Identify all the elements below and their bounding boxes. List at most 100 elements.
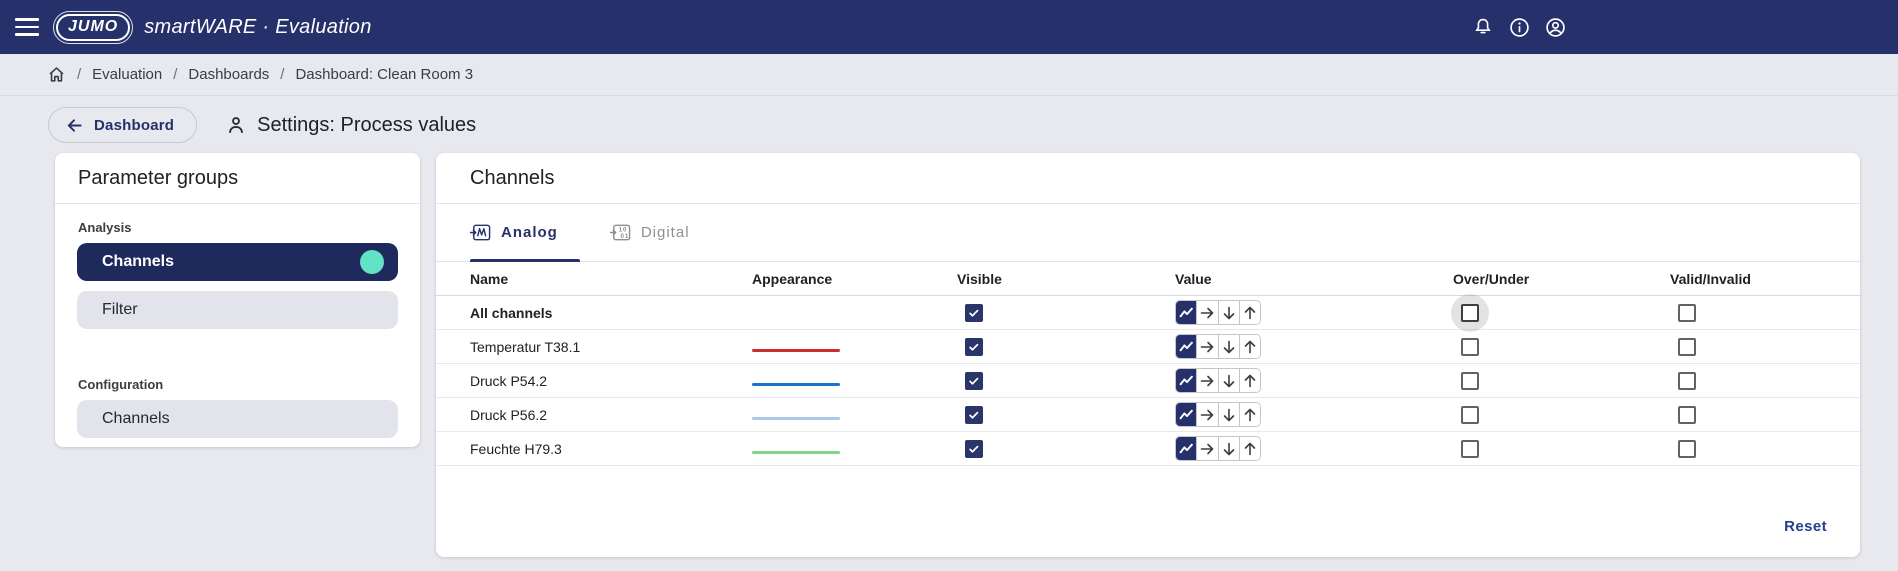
value-mode-right-arrow-toggle[interactable] bbox=[1196, 301, 1218, 324]
tab-analog[interactable]: Analog bbox=[470, 204, 558, 261]
valid-invalid-cell bbox=[1670, 303, 1860, 322]
value-mode-down-arrow-toggle[interactable] bbox=[1217, 369, 1239, 392]
line-style-swatch[interactable] bbox=[752, 348, 840, 352]
reset-button[interactable]: Reset bbox=[1784, 518, 1827, 535]
channels-panel: Channels Analog 10 01 Digital Name Appea… bbox=[436, 153, 1860, 557]
valid-invalid-checkbox[interactable] bbox=[1678, 337, 1696, 356]
breadcrumb: / Evaluation / Dashboards / Dashboard: C… bbox=[47, 65, 473, 84]
back-button-label: Dashboard bbox=[94, 116, 175, 134]
over-under-checkbox[interactable] bbox=[1461, 371, 1479, 390]
over-under-checkbox[interactable] bbox=[1461, 303, 1479, 322]
appearance-cell bbox=[752, 373, 957, 389]
tab-digital-label: Digital bbox=[640, 224, 690, 241]
person-icon bbox=[229, 117, 244, 133]
bell-icon[interactable] bbox=[1472, 16, 1494, 38]
page-toolbar: Dashboard Settings: Process values bbox=[0, 97, 1898, 153]
breadcrumb-separator: / bbox=[77, 66, 82, 83]
sidebar-item-filter[interactable]: Filter bbox=[77, 291, 398, 329]
value-mode-down-arrow-toggle[interactable] bbox=[1217, 335, 1239, 358]
back-to-dashboard-button[interactable]: Dashboard bbox=[48, 107, 198, 143]
page: JUMO smartWARE · Evaluation / Evaluation… bbox=[0, 0, 1898, 571]
visible-checkbox[interactable] bbox=[965, 337, 983, 356]
value-mode-group bbox=[1175, 402, 1261, 427]
appearance-cell bbox=[752, 339, 957, 355]
over-under-cell bbox=[1453, 371, 1670, 390]
channels-table-body: All channels Temperatur T38.1 Druck P54.2 D… bbox=[436, 296, 1860, 466]
table-header: Name Appearance Visible Value Over/Under… bbox=[436, 262, 1860, 296]
over-under-cell bbox=[1453, 337, 1670, 356]
value-mode-right-arrow-toggle[interactable] bbox=[1196, 335, 1218, 358]
visible-checkbox[interactable] bbox=[965, 405, 983, 424]
value-mode-down-arrow-toggle[interactable] bbox=[1217, 437, 1239, 460]
analog-wave-icon bbox=[470, 224, 491, 241]
value-cell bbox=[1175, 402, 1453, 427]
over-under-checkbox[interactable] bbox=[1461, 439, 1479, 458]
appearance-cell bbox=[752, 407, 957, 423]
value-mode-trend-toggle[interactable] bbox=[1176, 403, 1197, 426]
value-mode-up-arrow-toggle[interactable] bbox=[1238, 369, 1260, 392]
line-style-swatch[interactable] bbox=[752, 450, 840, 454]
value-mode-up-arrow-toggle[interactable] bbox=[1238, 301, 1260, 324]
account-icon[interactable] bbox=[1544, 16, 1566, 38]
top-app-bar: JUMO smartWARE · Evaluation bbox=[0, 0, 1898, 54]
over-under-checkbox[interactable] bbox=[1461, 337, 1479, 356]
value-mode-up-arrow-toggle[interactable] bbox=[1238, 437, 1260, 460]
group-label-configuration: Configuration bbox=[78, 377, 164, 392]
sidebar-item-label: Channels bbox=[102, 253, 175, 270]
valid-invalid-checkbox[interactable] bbox=[1678, 371, 1696, 390]
value-mode-trend-toggle[interactable] bbox=[1176, 335, 1197, 358]
value-mode-down-arrow-toggle[interactable] bbox=[1217, 301, 1239, 324]
value-mode-up-arrow-toggle[interactable] bbox=[1238, 335, 1260, 358]
over-under-checkbox[interactable] bbox=[1461, 405, 1479, 424]
channel-name: All channels bbox=[470, 304, 553, 321]
visible-checkbox[interactable] bbox=[965, 303, 983, 322]
valid-invalid-checkbox[interactable] bbox=[1678, 405, 1696, 424]
channel-name: Temperatur T38.1 bbox=[470, 338, 581, 355]
page-title: Settings: Process values bbox=[225, 114, 476, 137]
value-cell bbox=[1175, 368, 1453, 393]
value-mode-up-arrow-toggle[interactable] bbox=[1238, 403, 1260, 426]
valid-invalid-cell bbox=[1670, 405, 1860, 424]
line-style-swatch[interactable] bbox=[752, 416, 840, 420]
valid-invalid-checkbox[interactable] bbox=[1678, 303, 1696, 322]
channel-row: All channels bbox=[436, 296, 1860, 330]
active-tab-underline bbox=[470, 259, 580, 262]
visible-cell bbox=[957, 371, 1175, 390]
visible-checkbox[interactable] bbox=[965, 371, 983, 390]
breadcrumb-item-dashboards[interactable]: Dashboards bbox=[188, 66, 269, 83]
visible-checkbox[interactable] bbox=[965, 439, 983, 458]
sidebar-item-channels-configuration[interactable]: Channels bbox=[77, 400, 398, 438]
tab-digital[interactable]: 10 01 Digital bbox=[609, 204, 690, 261]
valid-invalid-cell bbox=[1670, 439, 1860, 458]
tab-analog-label: Analog bbox=[501, 224, 558, 241]
value-mode-down-arrow-toggle[interactable] bbox=[1217, 403, 1239, 426]
info-icon[interactable] bbox=[1508, 16, 1530, 38]
value-cell bbox=[1175, 300, 1453, 325]
value-mode-right-arrow-toggle[interactable] bbox=[1196, 369, 1218, 392]
over-under-cell bbox=[1453, 405, 1670, 424]
valid-invalid-checkbox[interactable] bbox=[1678, 439, 1696, 458]
valid-invalid-cell bbox=[1670, 337, 1860, 356]
value-mode-group bbox=[1175, 368, 1261, 393]
home-icon[interactable] bbox=[47, 65, 66, 84]
value-mode-trend-toggle[interactable] bbox=[1176, 301, 1197, 324]
over-under-cell bbox=[1453, 439, 1670, 458]
valid-invalid-cell bbox=[1670, 371, 1860, 390]
sidebar-item-channels-analysis[interactable]: Channels bbox=[77, 243, 398, 281]
hamburger-menu-icon[interactable] bbox=[15, 18, 39, 36]
value-mode-right-arrow-toggle[interactable] bbox=[1196, 437, 1218, 460]
channel-name: Feuchte H79.3 bbox=[470, 440, 562, 457]
value-mode-trend-toggle[interactable] bbox=[1176, 437, 1197, 460]
value-mode-right-arrow-toggle[interactable] bbox=[1196, 403, 1218, 426]
channel-name: Druck P56.2 bbox=[470, 406, 548, 423]
breadcrumb-item-evaluation[interactable]: Evaluation bbox=[92, 66, 162, 83]
line-style-swatch[interactable] bbox=[752, 382, 840, 386]
col-header-name: Name bbox=[470, 270, 509, 287]
channel-row: Druck P56.2 bbox=[436, 398, 1860, 432]
value-mode-trend-toggle[interactable] bbox=[1176, 369, 1197, 392]
col-header-visible: Visible bbox=[957, 270, 1002, 287]
sidebar-item-label: Channels bbox=[102, 410, 170, 427]
svg-text:01: 01 bbox=[620, 233, 629, 240]
digital-binary-icon: 10 01 bbox=[609, 224, 631, 241]
parameter-groups-panel: Parameter groups Analysis Channels Filte… bbox=[55, 153, 420, 447]
